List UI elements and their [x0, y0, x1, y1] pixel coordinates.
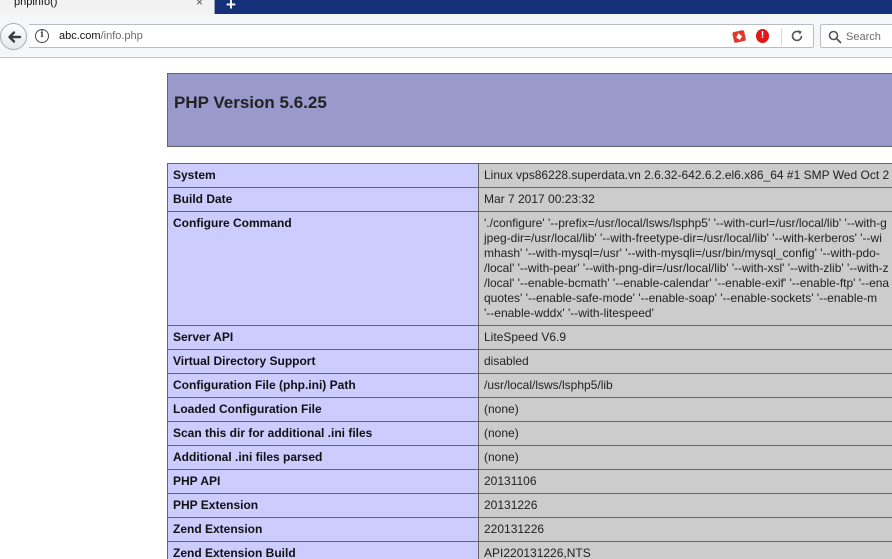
tab-title: phpinfo() [14, 0, 58, 8]
addon-icon[interactable] [732, 29, 746, 43]
table-row: Additional .ini files parsed (none) [167, 445, 892, 470]
row-value: LiteSpeed V6.9 [478, 325, 892, 350]
row-label: Configure Command [167, 211, 479, 326]
row-value: API220131226,NTS [478, 541, 892, 559]
info-icon[interactable]: i [35, 29, 49, 43]
url-text[interactable]: abc.com/info.php [59, 30, 143, 42]
php-info-table-body: System Linux vps86228.superdata.vn 2.6.32… [167, 163, 892, 559]
php-info-table: System Linux vps86228.superdata.vn 2.6.32… [167, 163, 892, 559]
row-value: 20131226 [478, 493, 892, 518]
row-value-line: jpeg-dir=/usr/local/lib' '--with-freetyp… [484, 231, 882, 245]
row-value: (none) [478, 445, 892, 470]
row-value-line: quotes' '--enable-safe-mode' '--enable-s… [484, 291, 878, 305]
row-label: PHP Extension [167, 493, 479, 518]
row-value: 20131106 [478, 469, 892, 494]
table-row: Zend Extension Build API220131226,NTS [167, 541, 892, 559]
tab-strip: phpinfo() × + [0, 0, 892, 14]
table-row: Server API LiteSpeed V6.9 [167, 325, 892, 350]
block-icon[interactable]: ! [756, 29, 769, 43]
table-row: System Linux vps86228.superdata.vn 2.6.32… [167, 163, 892, 188]
row-value: disabled [478, 349, 892, 374]
table-row: Virtual Directory Support disabled [167, 349, 892, 374]
table-row: Zend Extension 220131226 [167, 517, 892, 542]
navigation-toolbar: i abc.com/info.php ! Search [0, 14, 892, 58]
php-version-header: PHP Version 5.6.25 [167, 73, 892, 147]
new-tab-icon[interactable]: + [226, 0, 236, 13]
table-row: Scan this dir for additional .ini files(… [167, 421, 892, 446]
row-value-line: /local' '--enable-bcmath' '--enable-cale… [484, 276, 890, 290]
row-value: (none) [478, 397, 892, 422]
row-label: Scan this dir for additional .ini files [167, 421, 479, 446]
row-label: Server API [167, 325, 479, 350]
row-label: Loaded Configuration File [167, 397, 479, 422]
url-path: /info.php [100, 30, 143, 42]
close-tab-icon[interactable]: × [196, 0, 203, 8]
row-value-line: '--enable-wddx' '--with-litespeed' [484, 306, 654, 320]
address-bar[interactable]: i abc.com/info.php ! [29, 24, 814, 48]
page-title: PHP Version 5.6.25 [174, 93, 327, 112]
back-button[interactable] [0, 23, 27, 50]
row-label: Additional .ini files parsed [167, 445, 479, 470]
row-label: PHP API [167, 469, 479, 494]
table-row: Configure Command './configure' '--prefix… [167, 211, 892, 326]
reload-icon[interactable] [790, 29, 804, 43]
row-label: System [167, 163, 479, 188]
search-box[interactable]: Search [820, 24, 892, 48]
row-value-line: mhash' '--with-mysql=/usr' '--with-mysql… [484, 246, 880, 260]
url-divider [781, 28, 782, 45]
table-row: Build Date Mar 7 2017 00:23:32 [167, 187, 892, 212]
back-arrow-icon [8, 31, 22, 43]
row-value-line: './configure' '--prefix=/usr/local/lsws/… [484, 216, 887, 230]
url-host: abc.com [59, 30, 101, 42]
table-row: Loaded Configuration File (none) [167, 397, 892, 422]
search-placeholder: Search [846, 31, 881, 43]
table-row: Configuration File (php.ini) Path/usr/lo… [167, 373, 892, 398]
row-label: Zend Extension Build [167, 541, 479, 559]
table-row: PHP API 20131106 [167, 469, 892, 494]
row-value: Mar 7 2017 00:23:32 [478, 187, 892, 212]
table-row: PHP Extension 20131226 [167, 493, 892, 518]
row-value-multiline: './configure' '--prefix=/usr/local/lsws/… [478, 211, 892, 326]
browser-tab[interactable]: phpinfo() × [0, 0, 215, 14]
row-value-line: /local' '--with-pear' '--with-png-dir=/u… [484, 261, 889, 275]
row-value: 220131226 [478, 517, 892, 542]
row-value: /usr/local/lsws/lsphp5/lib [478, 373, 892, 398]
page-content: PHP Version 5.6.25 System Linux vps86228.… [0, 59, 892, 559]
row-label: Virtual Directory Support [167, 349, 479, 374]
row-value: Linux vps86228.superdata.vn 2.6.32-642.6… [478, 163, 892, 188]
row-label: Zend Extension [167, 517, 479, 542]
row-label: Build Date [167, 187, 479, 212]
search-icon [828, 30, 842, 44]
row-value: (none) [478, 421, 892, 446]
row-label: Configuration File (php.ini) Path [167, 373, 479, 398]
